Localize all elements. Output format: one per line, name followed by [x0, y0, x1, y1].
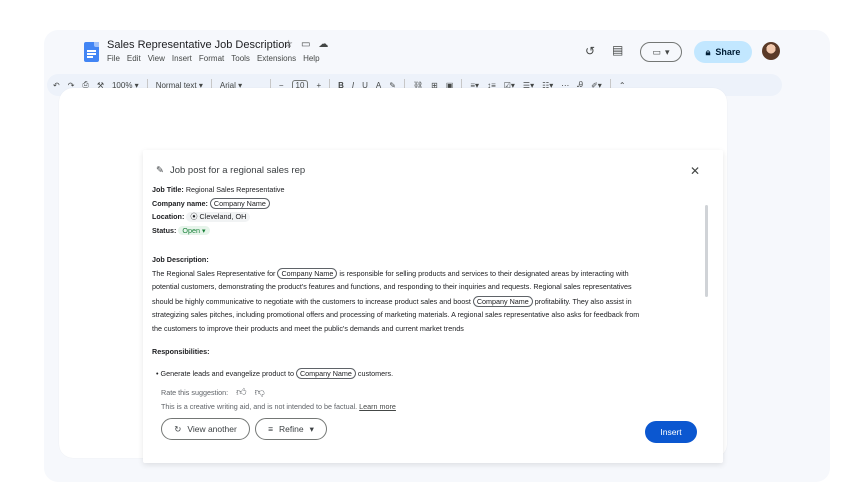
job-title-line: Job Title: Regional Sales Representative: [152, 185, 285, 194]
chevron-down-icon: ▾: [309, 423, 314, 434]
refresh-icon: ↻: [174, 423, 182, 434]
description-line: should be highly communicative to negoti…: [152, 296, 632, 307]
undo-icon[interactable]: ↶: [53, 81, 60, 90]
video-icon: ▭: [652, 46, 661, 57]
docs-logo-icon[interactable]: [84, 42, 99, 62]
lock-icon: 🔒︎: [705, 46, 711, 57]
location-line: Location: ⦿ Cleveland, OH: [152, 212, 251, 222]
share-button[interactable]: 🔒︎ Share: [694, 41, 752, 63]
menu-bar: File Edit View Insert Format Tools Exten…: [107, 54, 320, 63]
responsibility-item: • Generate leads and evangelize product …: [156, 368, 394, 379]
description-line: strategizing sales pitches, including pr…: [152, 310, 640, 319]
learn-more-link[interactable]: Learn more: [359, 402, 396, 411]
document-title[interactable]: Sales Representative Job Description: [107, 39, 290, 51]
meet-button[interactable]: ▭ ▾: [640, 42, 682, 62]
star-icon[interactable]: ☆: [284, 39, 293, 50]
disclaimer: This is a creative writing aid, and is n…: [161, 402, 396, 411]
panel-header: ✎ Job post for a regional sales rep: [156, 165, 305, 176]
thumb-up-icon[interactable]: 👍︎: [236, 386, 246, 398]
description-line: The Regional Sales Representative for Co…: [152, 268, 629, 279]
company-placeholder-chip[interactable]: Company Name: [295, 368, 356, 379]
status-line: Status: Open ▾: [152, 226, 210, 235]
menu-extensions[interactable]: Extensions: [257, 54, 296, 63]
description-heading: Job Description:: [152, 255, 209, 264]
close-icon[interactable]: ✕: [690, 164, 700, 178]
menu-format[interactable]: Format: [199, 54, 224, 63]
chevron-down-icon: ▾: [664, 46, 670, 57]
company-placeholder-chip[interactable]: Company Name: [472, 296, 533, 307]
company-placeholder-chip[interactable]: Company Name: [277, 268, 338, 279]
cloud-icon[interactable]: ☁: [318, 39, 328, 50]
menu-file[interactable]: File: [107, 54, 120, 63]
responsibilities-heading: Responsibilities:: [152, 347, 210, 356]
scrollbar[interactable]: [705, 205, 708, 297]
company-line: Company name: Company Name: [152, 198, 270, 209]
pen-spark-icon: ✎: [156, 165, 164, 176]
title-bar: Sales Representative Job Description ☆ ▭…: [44, 30, 830, 72]
menu-insert[interactable]: Insert: [172, 54, 192, 63]
rating-row: Rate this suggestion: 👍︎ 👎︎: [161, 386, 265, 398]
panel-title: Job post for a regional sales rep: [169, 165, 306, 176]
share-label: Share: [715, 47, 741, 57]
description-line: the customers to improve their products …: [152, 324, 464, 333]
insert-button[interactable]: Insert: [645, 421, 697, 443]
folder-icon[interactable]: ▭: [301, 39, 310, 50]
thumb-down-icon[interactable]: 👎︎: [255, 386, 265, 398]
menu-view[interactable]: View: [148, 54, 165, 63]
company-placeholder-chip[interactable]: Company Name: [209, 198, 270, 209]
menu-tools[interactable]: Tools: [231, 54, 250, 63]
location-chip[interactable]: ⦿ Cleveland, OH: [186, 212, 251, 222]
status-badge[interactable]: Open ▾: [178, 226, 210, 235]
filter-icon: ≡: [268, 424, 274, 434]
description-line: potential customers, demonstrating the p…: [152, 282, 632, 291]
refine-button[interactable]: ≡ Refine ▾: [255, 418, 327, 440]
view-another-button[interactable]: ↻ View another: [161, 418, 250, 440]
menu-help[interactable]: Help: [303, 54, 319, 63]
avatar[interactable]: [762, 42, 780, 60]
pin-icon: ⦿: [190, 212, 198, 221]
rate-label: Rate this suggestion:: [161, 387, 229, 397]
menu-edit[interactable]: Edit: [127, 54, 141, 63]
comment-icon[interactable]: ▤: [612, 43, 623, 57]
history-icon[interactable]: ↺: [585, 44, 595, 58]
